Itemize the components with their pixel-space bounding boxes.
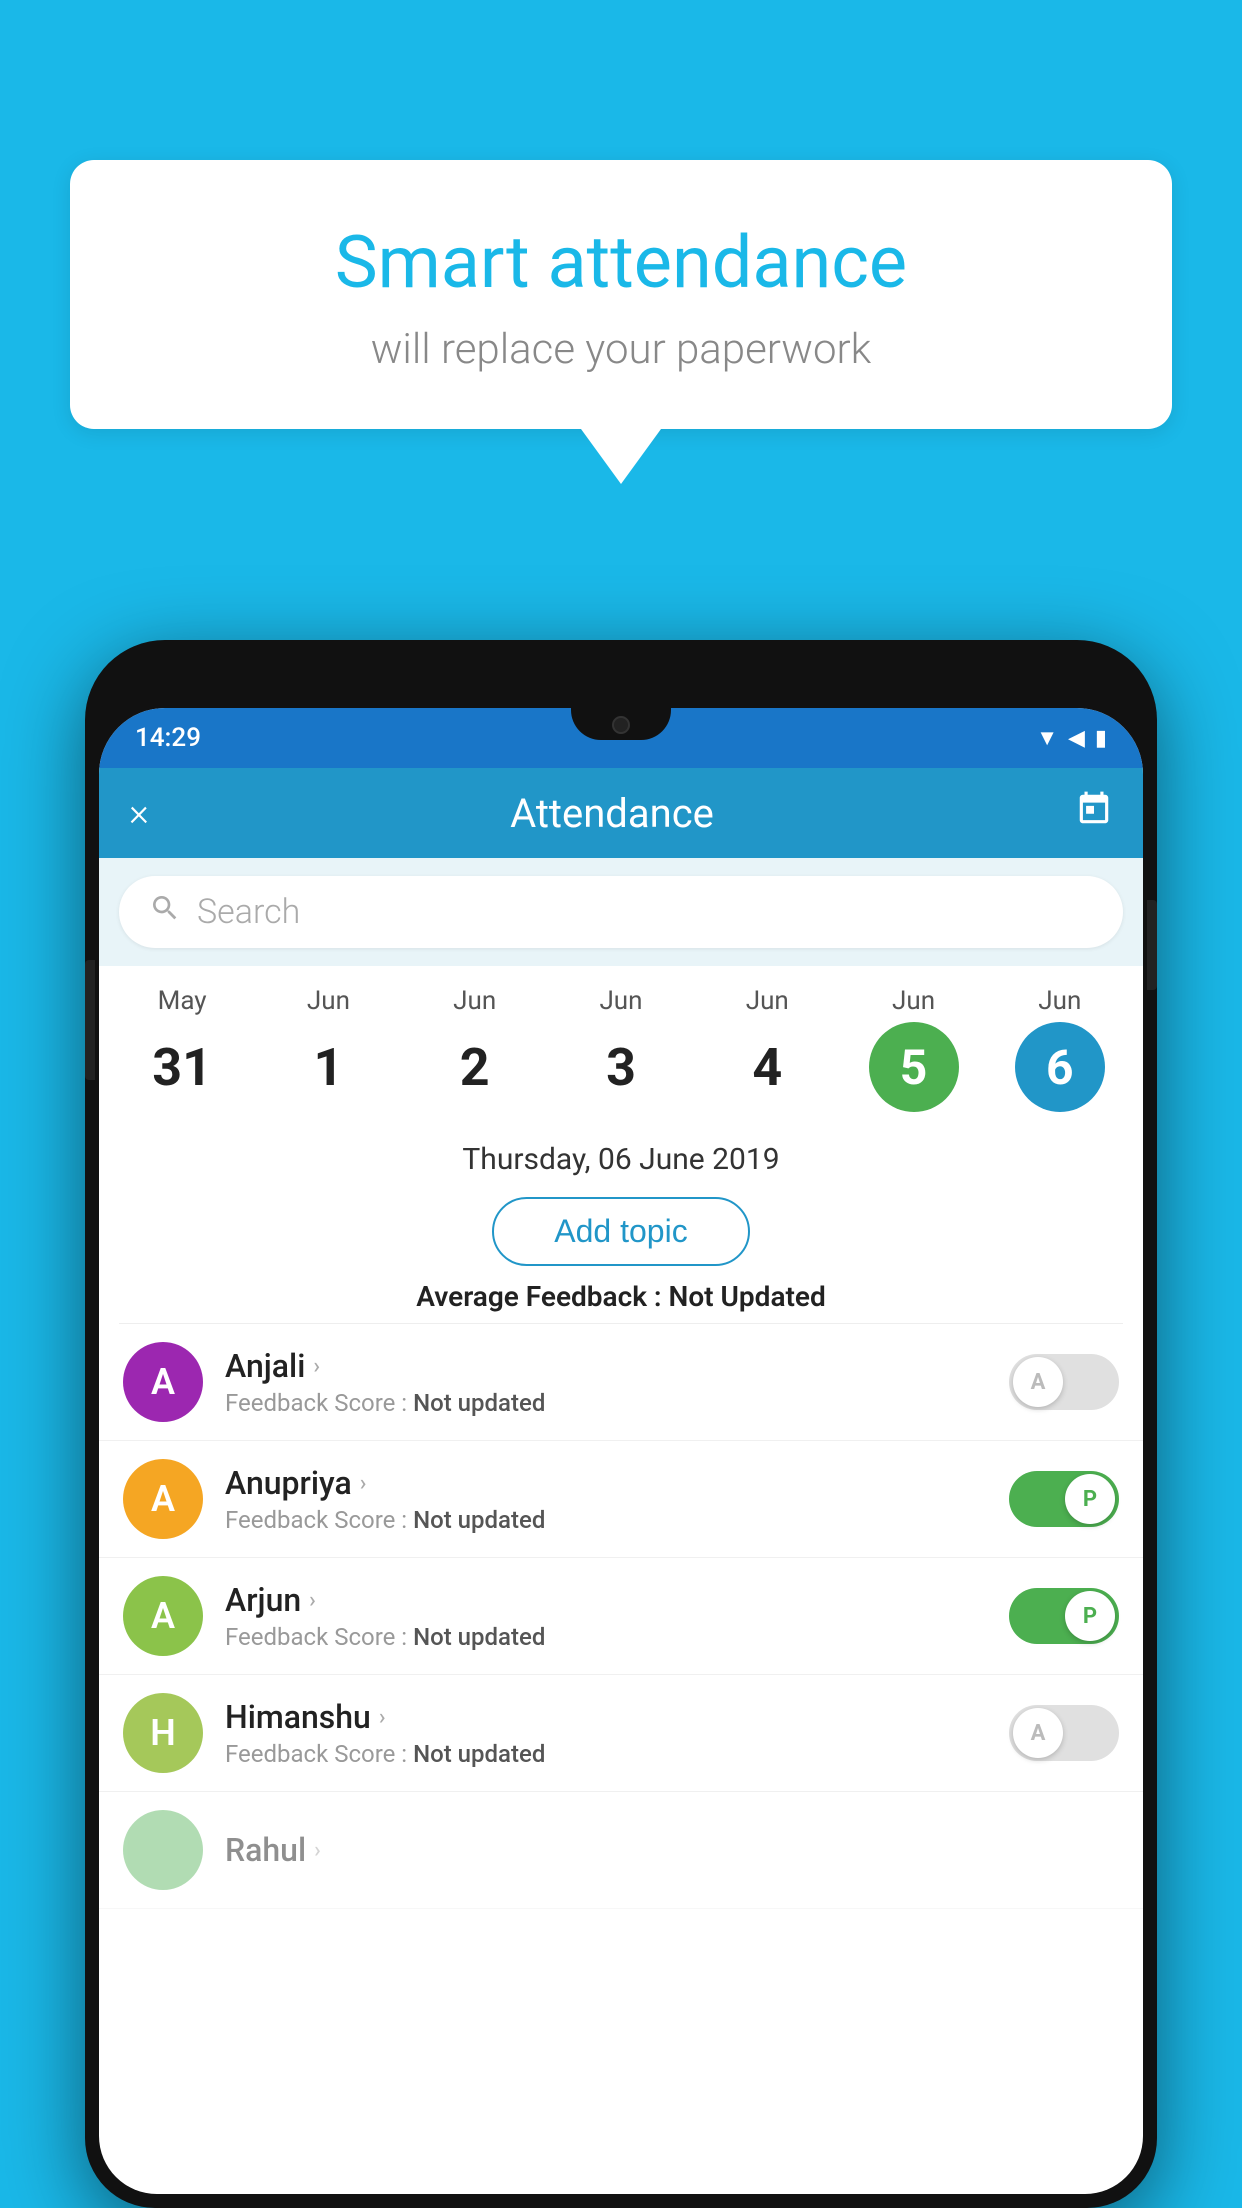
attendance-toggle-anjali[interactable]: A bbox=[1009, 1354, 1119, 1410]
student-info-anupriya[interactable]: Anupriya › Feedback Score : Not updated bbox=[225, 1464, 987, 1534]
avatar-anupriya: A bbox=[123, 1459, 203, 1539]
student-name-partial: Rahul › bbox=[225, 1831, 1119, 1869]
student-info-anjali[interactable]: Anjali › Feedback Score : Not updated bbox=[225, 1347, 987, 1417]
camera bbox=[612, 716, 630, 734]
date-item-jun3[interactable]: Jun 3 bbox=[566, 986, 676, 1112]
selected-date: Thursday, 06 June 2019 bbox=[99, 1122, 1143, 1187]
avg-feedback: Average Feedback : Not Updated bbox=[99, 1280, 1143, 1323]
student-name-anjali: Anjali › bbox=[225, 1347, 987, 1385]
app-bar: × Attendance bbox=[99, 768, 1143, 858]
status-icons: ▼ ◀ ▮ bbox=[1036, 725, 1107, 751]
speech-bubble-subtitle: will replace your paperwork bbox=[130, 325, 1112, 374]
avatar-himanshu: H bbox=[123, 1693, 203, 1773]
phone-frame: 14:29 ▼ ◀ ▮ × Attendance bbox=[85, 640, 1157, 2208]
close-button[interactable]: × bbox=[129, 791, 149, 835]
phone-notch bbox=[571, 708, 671, 740]
status-time: 14:29 bbox=[135, 723, 201, 753]
signal-icon: ◀ bbox=[1068, 726, 1085, 751]
toggle-knob: P bbox=[1065, 1591, 1115, 1641]
student-item-anupriya: A Anupriya › Feedback Score : Not update… bbox=[99, 1441, 1143, 1558]
screen-content: × Attendance Search bbox=[99, 768, 1143, 2194]
date-item-jun4[interactable]: Jun 4 bbox=[712, 986, 822, 1112]
student-item-partial: Rahul › bbox=[99, 1792, 1143, 1909]
date-item-jun2[interactable]: Jun 2 bbox=[420, 986, 530, 1112]
avatar-anjali: A bbox=[123, 1342, 203, 1422]
app-bar-title: Attendance bbox=[510, 790, 714, 837]
speech-bubble-title: Smart attendance bbox=[130, 220, 1112, 305]
avg-feedback-value: Not Updated bbox=[669, 1280, 826, 1313]
speech-bubble-container: Smart attendance will replace your paper… bbox=[70, 160, 1172, 484]
power-button bbox=[1147, 900, 1157, 990]
student-info-himanshu[interactable]: Himanshu › Feedback Score : Not updated bbox=[225, 1698, 987, 1768]
avg-feedback-label: Average Feedback : bbox=[416, 1280, 661, 1313]
search-bar-wrapper: Search bbox=[99, 858, 1143, 966]
speech-bubble: Smart attendance will replace your paper… bbox=[70, 160, 1172, 429]
student-feedback-himanshu: Feedback Score : Not updated bbox=[225, 1740, 987, 1768]
student-name-arjun: Arjun › bbox=[225, 1581, 987, 1619]
speech-bubble-tail bbox=[581, 429, 661, 484]
date-item-jun5[interactable]: Jun 5 bbox=[859, 986, 969, 1112]
toggle-knob: P bbox=[1065, 1474, 1115, 1524]
battery-icon: ▮ bbox=[1095, 726, 1107, 751]
avatar-arjun: A bbox=[123, 1576, 203, 1656]
phone-screen: 14:29 ▼ ◀ ▮ × Attendance bbox=[99, 708, 1143, 2194]
student-feedback-anupriya: Feedback Score : Not updated bbox=[225, 1506, 987, 1534]
date-item-may31[interactable]: May 31 bbox=[127, 986, 237, 1112]
add-topic-wrapper: Add topic bbox=[99, 1187, 1143, 1280]
date-item-jun6[interactable]: Jun 6 bbox=[1005, 986, 1115, 1112]
toggle-knob: A bbox=[1013, 1357, 1063, 1407]
date-item-jun1[interactable]: Jun 1 bbox=[273, 986, 383, 1112]
student-name-anupriya: Anupriya › bbox=[225, 1464, 987, 1502]
attendance-toggle-himanshu[interactable]: A bbox=[1009, 1705, 1119, 1761]
chevron-icon: › bbox=[379, 1705, 386, 1730]
chevron-icon: › bbox=[314, 1838, 321, 1863]
student-name-himanshu: Himanshu › bbox=[225, 1698, 987, 1736]
chevron-icon: › bbox=[360, 1471, 367, 1496]
calendar-icon[interactable] bbox=[1075, 790, 1113, 837]
chevron-icon: › bbox=[309, 1588, 316, 1613]
student-feedback-arjun: Feedback Score : Not updated bbox=[225, 1623, 987, 1651]
search-icon bbox=[149, 892, 181, 932]
attendance-toggle-anupriya[interactable]: P bbox=[1009, 1471, 1119, 1527]
student-item-arjun: A Arjun › Feedback Score : Not updated P bbox=[99, 1558, 1143, 1675]
wifi-icon: ▼ bbox=[1036, 725, 1058, 751]
search-placeholder: Search bbox=[197, 892, 300, 932]
volume-button bbox=[85, 960, 95, 1080]
student-item-anjali: A Anjali › Feedback Score : Not updated … bbox=[99, 1324, 1143, 1441]
add-topic-button[interactable]: Add topic bbox=[492, 1197, 749, 1266]
date-picker: May 31 Jun 1 Jun 2 bbox=[99, 966, 1143, 1122]
student-info-arjun[interactable]: Arjun › Feedback Score : Not updated bbox=[225, 1581, 987, 1651]
student-list: A Anjali › Feedback Score : Not updated … bbox=[99, 1324, 1143, 1909]
chevron-icon: › bbox=[313, 1354, 320, 1379]
toggle-knob: A bbox=[1013, 1708, 1063, 1758]
student-feedback-anjali: Feedback Score : Not updated bbox=[225, 1389, 987, 1417]
attendance-toggle-arjun[interactable]: P bbox=[1009, 1588, 1119, 1644]
student-item-himanshu: H Himanshu › Feedback Score : Not update… bbox=[99, 1675, 1143, 1792]
student-info-partial: Rahul › bbox=[225, 1831, 1119, 1869]
search-bar[interactable]: Search bbox=[119, 876, 1123, 948]
avatar-partial bbox=[123, 1810, 203, 1890]
